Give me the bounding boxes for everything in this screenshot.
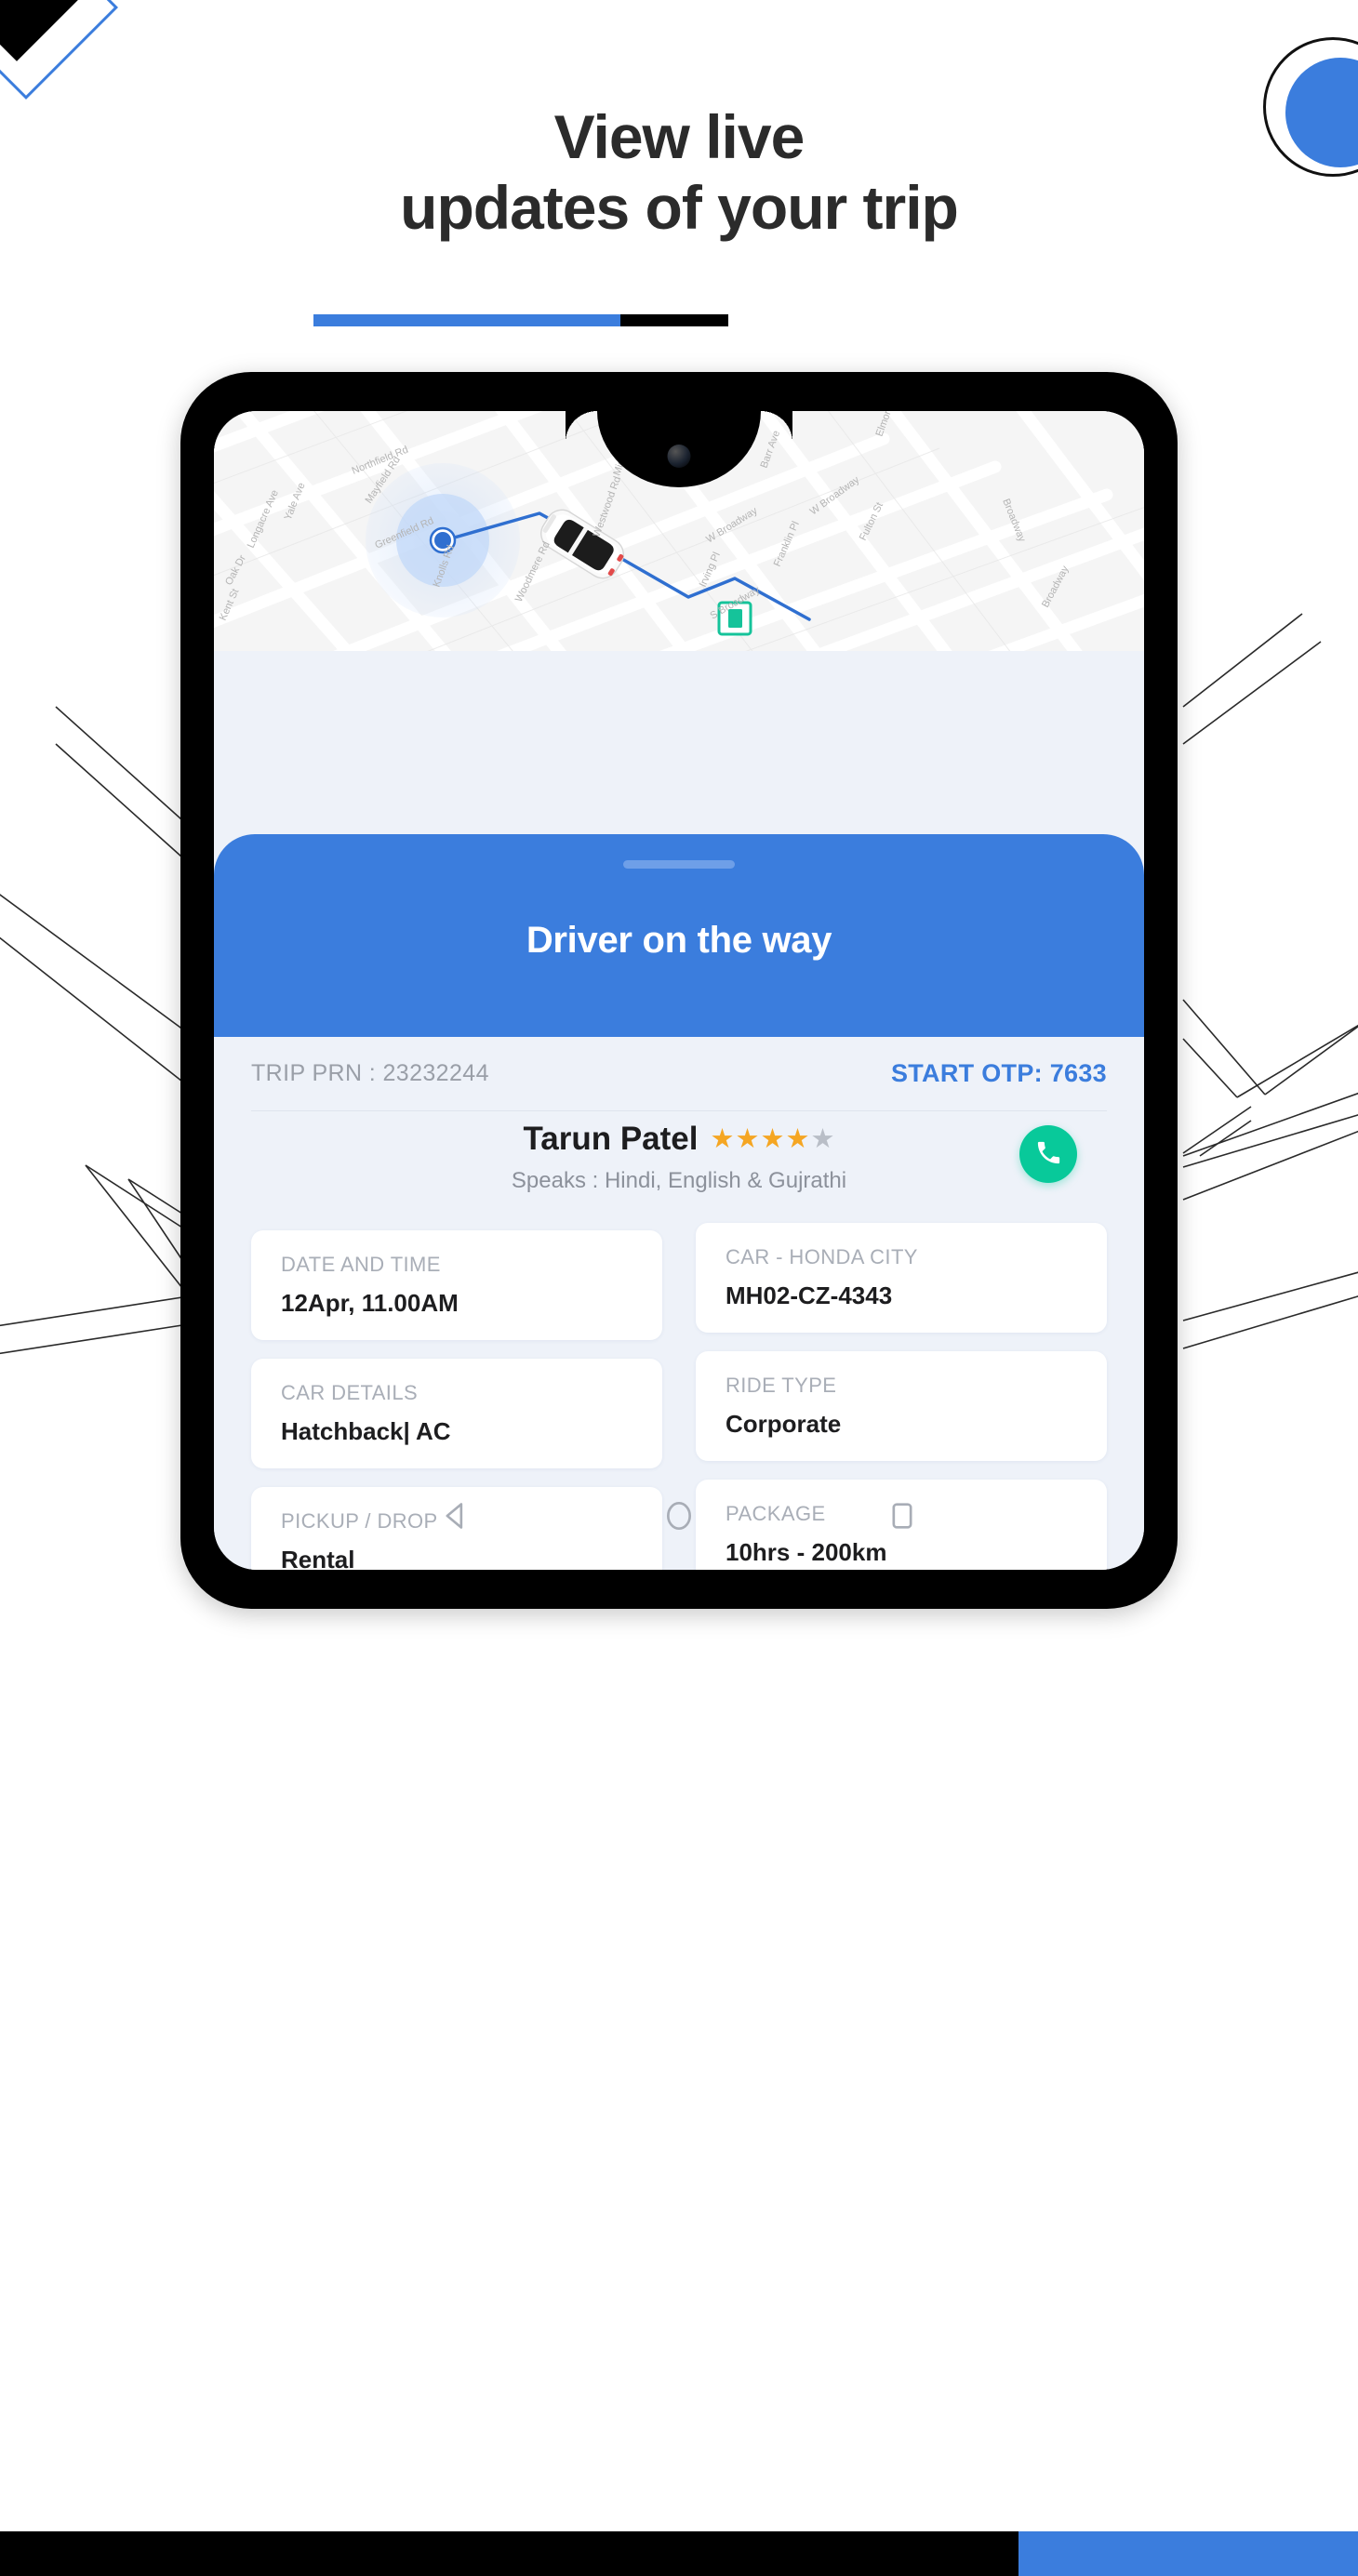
start-otp-label: START OTP: 7633 [890,1058,1107,1087]
star-empty-5: ★ [810,1123,835,1154]
headline-line-2: updates of your trip [400,172,959,242]
trip-prn-label: TRIP PRN : 23232244 [251,1059,489,1086]
trip-details-body: TRIP PRN : 23232244 START OTP: 7633 Taru… [214,1037,1144,1570]
bottom-bar-black-segment [0,2531,1018,2576]
card-ride-type: RIDE TYPE Corporate [696,1351,1107,1461]
card-row-1: DATE AND TIME 12Apr, 11.00AM CAR - HONDA… [214,1223,1144,1340]
bottom-accent-bar [0,2531,1358,2576]
title-underline-blue-segment [313,314,620,326]
phone-mockup: Northfield Rd Mayfield Rd Greenfield Rd … [180,372,1178,1609]
phone-screen: Northfield Rd Mayfield Rd Greenfield Rd … [214,411,1144,1570]
card-label: DATE AND TIME [281,1253,441,1276]
star-filled-2: ★ [735,1123,760,1154]
card-value: Hatchback| AC [281,1417,451,1445]
card-row-2: CAR DETAILS Hatchback| AC RIDE TYPE Corp… [214,1351,1144,1468]
title-underline-black-segment [620,314,728,326]
phone-icon [1034,1138,1063,1170]
card-label: CAR DETAILS [281,1381,419,1404]
decor-diamond-solid [0,0,80,61]
bottom-bar-blue-segment [1018,2531,1358,2576]
card-car-model: CAR - HONDA CITY MH02-CZ-4343 [696,1223,1107,1333]
star-filled-4: ★ [785,1123,810,1154]
driver-languages: Speaks : Hindi, English & Gujrathi [511,1168,847,1193]
star-filled-3: ★ [760,1123,785,1154]
triangle-back-icon[interactable] [435,1495,476,1536]
square-recents-icon[interactable] [882,1495,923,1536]
page-title: View live updates of your trip [0,102,1358,244]
star-filled-1: ★ [710,1123,735,1154]
decor-diamond-outline [0,0,118,100]
driver-info-block: Tarun Patel ★ ★ ★ ★ ★ Speaks : Hindi, En… [214,1116,1144,1226]
card-label: RIDE TYPE [726,1374,837,1397]
headline-line-1: View live [553,102,805,171]
front-camera-icon [667,445,691,468]
call-driver-button[interactable] [1019,1125,1077,1183]
promo-screenshot: View live updates of your trip Northfiel… [0,0,1358,2576]
driver-text-group: Tarun Patel ★ ★ ★ ★ ★ Speaks : Hindi, En… [214,1116,1144,1194]
trip-status-header: Driver on the way [214,834,1144,1037]
trip-status-title: Driver on the way [526,920,832,961]
circle-home-icon[interactable] [659,1495,699,1536]
driver-name: Tarun Patel [523,1121,699,1157]
card-value: Corporate [726,1410,842,1438]
driver-name-row: Tarun Patel ★ ★ ★ ★ ★ [214,1116,1144,1162]
android-navigation-bar [214,1462,1144,1570]
sheet-drag-handle[interactable] [623,860,735,869]
card-value: MH02-CZ-4343 [726,1281,893,1309]
card-label: CAR - HONDA CITY [726,1245,918,1268]
driver-rating-stars: ★ ★ ★ ★ ★ [710,1123,835,1154]
divider [251,1110,1107,1111]
card-car-details: CAR DETAILS Hatchback| AC [251,1359,662,1468]
title-underline [313,314,728,326]
card-date-and-time: DATE AND TIME 12Apr, 11.00AM [251,1230,662,1340]
trip-meta-row: TRIP PRN : 23232244 START OTP: 7633 [214,1037,1144,1109]
card-value: 12Apr, 11.00AM [281,1289,459,1317]
